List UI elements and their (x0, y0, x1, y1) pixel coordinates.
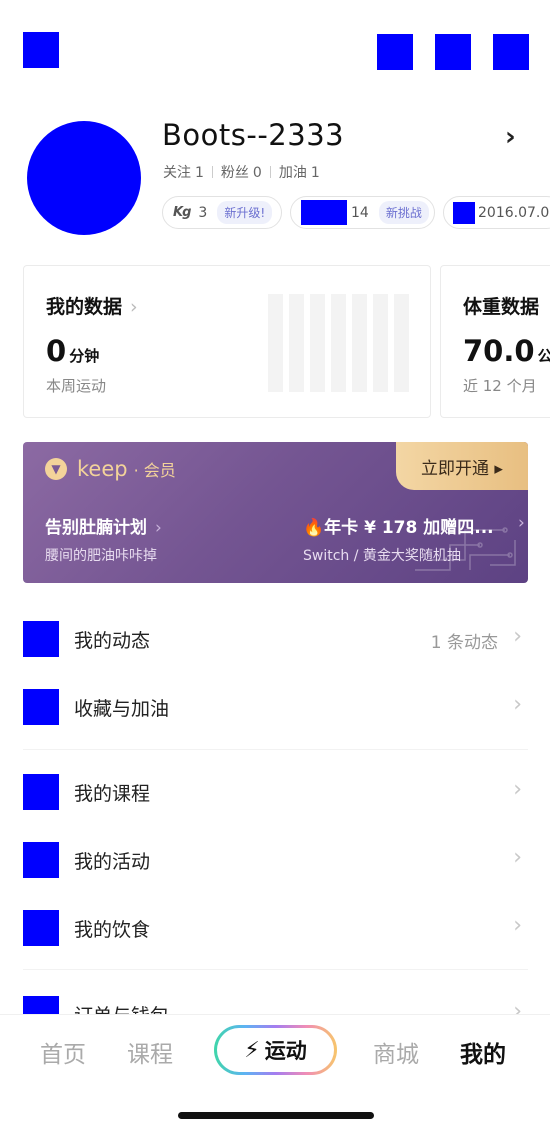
tab-shop[interactable]: 商城 (373, 1035, 419, 1069)
keep-member-logo: ▼ keep · 会员 (45, 457, 176, 481)
chevron-right-icon: › (513, 777, 522, 802)
tab-courses[interactable]: 课程 (127, 1035, 173, 1069)
menu-label: 我的课程 (74, 783, 151, 805)
lightning-icon: ⚡ (244, 1037, 260, 1063)
challenge-badge: 新挑战 (378, 201, 429, 224)
feed-icon (23, 621, 59, 657)
belly-plan-title[interactable]: 告别肚腩计划 › (45, 513, 162, 538)
weight-title: 体重数据 (463, 296, 540, 318)
bar (289, 294, 304, 392)
chevron-right-icon: › (513, 913, 522, 938)
tab-home[interactable]: 首页 (40, 1035, 86, 1069)
fans-label: 粉丝 (220, 165, 249, 181)
following-count: 1 (195, 165, 204, 181)
membership-banner[interactable]: ▼ keep · 会员 立即开通 ▸ 告别肚腩计划 › 腰间的肥油咔咔掉 🔥年卡 … (23, 442, 528, 583)
cheer-label: 加油 (278, 165, 307, 181)
divider (23, 749, 528, 750)
fans-stat[interactable]: 粉丝 0 (221, 162, 262, 182)
top-right-icon-1[interactable] (377, 34, 413, 70)
keep-logo-icon: ▼ (45, 458, 67, 480)
fans-count: 0 (252, 165, 262, 181)
chevron-right-icon: › (518, 513, 525, 533)
tab-sport-label: 运动 (264, 1039, 307, 1063)
stat-divider (211, 166, 213, 178)
bar (331, 294, 346, 392)
menu-label: 收藏与加油 (74, 698, 170, 720)
level-pill[interactable]: Kg 3 新升级! (162, 196, 282, 229)
tab-sport-inner: ⚡ 运动 (217, 1028, 334, 1072)
annual-card-sub: Switch / 黄金大奖随机抽 (303, 548, 461, 564)
bar (268, 294, 283, 392)
challenge-icon (301, 200, 347, 225)
challenge-pill[interactable]: 14 新挑战 (290, 196, 435, 229)
chevron-right-icon: › (513, 845, 522, 870)
cheer-count: 1 (310, 165, 320, 181)
menu-item-my-diet[interactable]: 我的饮食 › (0, 910, 550, 960)
home-indicator[interactable] (178, 1112, 374, 1119)
feed-count: 1 条动态 (430, 633, 498, 653)
challenge-count: 14 (351, 204, 369, 221)
weight-sub: 近 12 个月 (463, 377, 537, 395)
top-right-icon-2[interactable] (435, 34, 471, 70)
menu-item-my-courses[interactable]: 我的课程 › (0, 774, 550, 824)
divider (23, 969, 528, 970)
menu-label: 我的动态 (74, 630, 151, 652)
profile-stats: 关注 1 粉丝 0 加油 1 (163, 162, 320, 182)
bar (352, 294, 367, 392)
weight-value: 70.0公斤 (463, 334, 550, 368)
chevron-right-icon: › (513, 692, 522, 717)
chevron-right-icon: › (513, 624, 522, 649)
belly-plan-sub: 腰间的肥油咔咔掉 (45, 548, 157, 564)
bar (310, 294, 325, 392)
my-data-title: 我的数据 › (46, 296, 138, 318)
tab-sport[interactable]: ⚡ 运动 (214, 1025, 337, 1075)
following-label: 关注 (163, 165, 191, 181)
level-badge: 新升级! (217, 201, 273, 224)
chevron-right-icon: › (155, 518, 162, 538)
activities-icon (23, 842, 59, 878)
weight-unit: 公斤 (537, 347, 550, 365)
stat-divider (269, 166, 271, 178)
courses-icon (23, 774, 59, 810)
avatar[interactable] (27, 121, 141, 235)
tab-me[interactable]: 我的 (460, 1035, 506, 1069)
menu-item-my-feed[interactable]: 我的动态 1 条动态 › (0, 621, 550, 671)
annual-card-offer[interactable]: 🔥年卡 ¥ 178 加赠四... › (303, 513, 525, 538)
keep-logo-text: keep (77, 457, 128, 481)
my-data-sub: 本周运动 (46, 377, 107, 395)
weight-data-card[interactable]: 体重数据 70.0公斤 近 12 个月 (440, 265, 550, 418)
menu-label: 我的饮食 (74, 919, 151, 941)
join-date-pill[interactable]: 2016.07.07 (443, 196, 550, 229)
keep-grade-icon: Kg (173, 205, 191, 220)
top-right-icon-3[interactable] (493, 34, 529, 70)
top-left-icon[interactable] (23, 32, 59, 68)
open-membership-button[interactable]: 立即开通 ▸ (396, 442, 528, 490)
diet-icon (23, 910, 59, 946)
username[interactable]: Boots--2333 (162, 118, 344, 152)
menu-item-my-activities[interactable]: 我的活动 › (0, 842, 550, 892)
favorites-icon (23, 689, 59, 725)
bar (373, 294, 388, 392)
menu-item-favorites[interactable]: 收藏与加油 › (0, 689, 550, 739)
chevron-right-icon: › (130, 296, 138, 318)
weekly-bars-chart (268, 294, 409, 392)
menu-label: 我的活动 (74, 851, 151, 873)
calendar-icon (453, 201, 475, 224)
my-data-card[interactable]: 我的数据 › 0 分钟 本周运动 (23, 265, 431, 418)
following-stat[interactable]: 关注 1 (163, 162, 204, 182)
bar (394, 294, 409, 392)
level-value: 3 (198, 204, 208, 221)
member-text: · 会员 (133, 461, 176, 480)
join-date: 2016.07.07 (478, 204, 550, 221)
my-data-value: 0 分钟 (46, 334, 100, 368)
bottom-nav: 首页 课程 ⚡ 运动 商城 我的 (0, 1014, 550, 1125)
profile-chevron-icon[interactable]: › (505, 122, 516, 152)
cheer-stat[interactable]: 加油 1 (279, 162, 320, 182)
my-data-unit: 分钟 (69, 347, 100, 365)
